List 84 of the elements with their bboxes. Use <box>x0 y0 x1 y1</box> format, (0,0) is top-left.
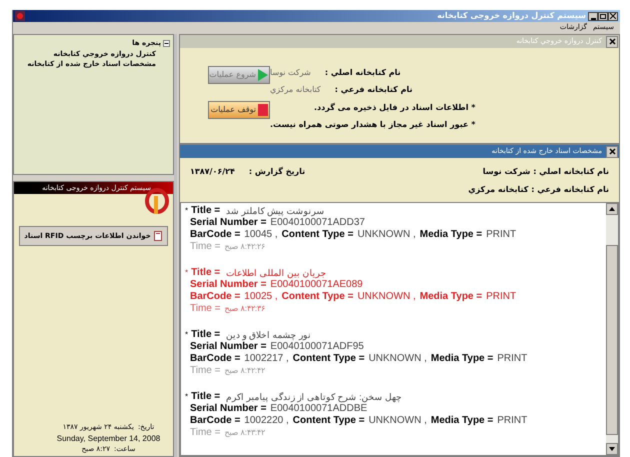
record-marker: * <box>185 205 188 217</box>
barcode-label: BarCode = <box>190 291 240 303</box>
title-value: جریان بین المللی اطلاعات <box>226 267 327 279</box>
document-icon <box>154 231 163 241</box>
barcode-value: 10025 , <box>244 291 278 303</box>
content-type-value: UNKNOWN , <box>368 415 427 427</box>
title-label: Title = <box>191 391 220 403</box>
time-label: Time = <box>190 241 220 253</box>
field-value: شرکت نوسا <box>270 66 311 78</box>
collapse-icon[interactable] <box>163 40 170 47</box>
barcode-value: 10045 , <box>244 229 278 241</box>
barcode-value: 1002220 , <box>244 415 289 427</box>
stop-icon <box>258 104 268 116</box>
field-label: نام کتابخانه فرعي : <box>334 84 412 96</box>
media-type-value: PRINT <box>497 353 528 365</box>
serial-value: E0040100071ADDBE <box>270 403 368 415</box>
report-date: ۱۳۸۷/۰۶/۲۴ <box>190 166 235 178</box>
media-type-label: Media Type = <box>420 291 482 303</box>
serial-value: E0040100071AE089 <box>270 279 363 291</box>
media-type-value: PRINT <box>486 291 516 303</box>
title-value: چهل سخن: شرح کوتاهی از زندگی پیامبر اکرم <box>226 391 402 403</box>
time-value: ۸:۴۳:۴۲ صبح <box>224 427 266 439</box>
record-marker: * <box>185 329 188 341</box>
minimize-icon <box>590 18 596 20</box>
play-icon <box>258 69 268 81</box>
maximize-icon <box>600 14 606 18</box>
serial-label: Serial Number = <box>190 279 266 291</box>
time-value: ۸:۴۲:۲۶ صبح <box>224 241 266 253</box>
content-type-label: Content Type = <box>282 229 354 241</box>
serial-label: Serial Number = <box>190 217 266 229</box>
content-type-label: Content Type = <box>282 291 354 303</box>
title-label: Title = <box>191 329 220 341</box>
note-text: * عبور اسناد غیر مجاز با هشدار صوتی همراه نیست. <box>270 119 476 131</box>
english-date: Sunday, September 14, 2008 <box>56 433 160 444</box>
media-type-value: PRINT <box>486 229 516 241</box>
content-type-label: Content Type = <box>292 353 365 365</box>
record-marker: * <box>185 267 188 279</box>
content-type-label: Content Type = <box>292 415 365 427</box>
barcode-label: BarCode = <box>190 229 240 241</box>
field-value: کتابخانه مرکزي <box>270 84 321 96</box>
media-type-label: Media Type = <box>430 353 494 365</box>
time-value: ۸:۴۲:۴۲ صبح <box>224 365 266 377</box>
app-icon <box>15 11 25 21</box>
time-label: Time = <box>190 365 220 377</box>
close-button[interactable] <box>606 36 618 48</box>
title-label: Title = <box>191 267 220 279</box>
serial-label: Serial Number = <box>190 341 266 353</box>
report-date-label: تاريخ گزارش : <box>248 166 306 178</box>
close-icon <box>610 13 616 19</box>
scroll-up-icon[interactable] <box>606 203 618 215</box>
time-label: Time = <box>190 303 220 315</box>
record-marker: * <box>185 391 188 403</box>
barcode-label: BarCode = <box>190 415 240 427</box>
field-label: نام کتابخانه اصلي : <box>324 66 401 78</box>
title-value: نور چشمه اخلاق و دین <box>226 329 312 341</box>
content-type-value: UNKNOWN , <box>357 229 416 241</box>
stop-button[interactable]: توقف عمليات <box>208 101 270 119</box>
barcode-label: BarCode = <box>190 353 240 365</box>
content-type-value: UNKNOWN , <box>357 291 416 303</box>
branch-library-text: نام کتابخانه فرعي : کتابخانه مرکزي <box>468 184 609 196</box>
maximize-button[interactable] <box>598 12 608 20</box>
serial-value: E0040100071ADF95 <box>270 341 364 353</box>
media-type-value: PRINT <box>497 415 528 427</box>
close-icon <box>608 38 616 45</box>
window-title: سیستم کنترل دروازه خروجی کتابخانه <box>437 10 586 22</box>
barcode-value: 1002217 , <box>244 353 289 365</box>
scroll-down-icon[interactable] <box>606 443 618 455</box>
scroll-thumb[interactable] <box>606 245 618 435</box>
close-icon <box>608 148 616 155</box>
serial-label: Serial Number = <box>190 403 266 415</box>
serial-value: E0040100071ADD37 <box>270 217 365 229</box>
content-type-value: UNKNOWN , <box>368 353 427 365</box>
time-value: ۸:۴۲:۳۶ صبح <box>224 303 266 315</box>
close-button[interactable] <box>608 12 618 20</box>
time-label: Time = <box>190 427 220 439</box>
media-type-label: Media Type = <box>430 415 494 427</box>
media-type-label: Media Type = <box>420 229 482 241</box>
minimize-button[interactable] <box>588 12 598 20</box>
note-text: * اطلاعات اسناد در فایل ذخیره می گردد. <box>313 102 476 114</box>
scrollbar[interactable] <box>606 203 618 455</box>
main-library-text: نام کتابخانه اصلي : شرکت نوسا <box>482 166 609 178</box>
title-label: Title = <box>191 205 220 217</box>
close-button[interactable] <box>606 146 618 158</box>
title-value: سرنوشت پیش کاملتر شد <box>226 205 325 217</box>
